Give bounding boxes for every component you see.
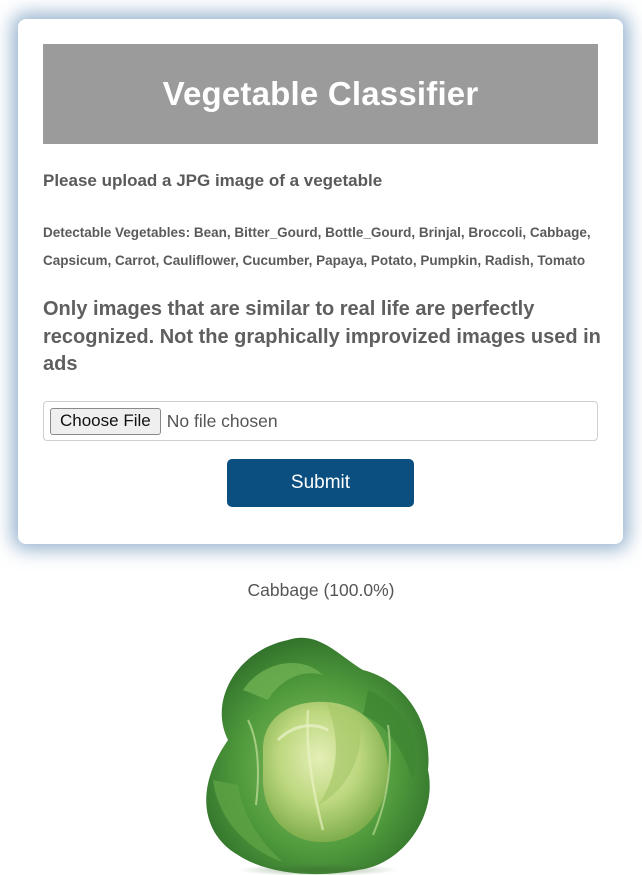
page-header: Vegetable Classifier (43, 44, 598, 144)
recognition-disclaimer: Only images that are similar to real lif… (43, 298, 601, 375)
cabbage-image (206, 637, 430, 875)
upload-instructions: Please upload a JPG image of a vegetable (43, 171, 383, 190)
page-title: Vegetable Classifier (162, 75, 479, 112)
classifier-card: Vegetable Classifier Please upload a JPG… (18, 19, 623, 544)
file-status-text: No file chosen (166, 410, 278, 431)
prediction-result: Cabbage (100.0%) (247, 580, 395, 600)
detectable-vegetables-list: Detectable Vegetables: Bean, Bitter_Gour… (43, 225, 591, 268)
choose-file-button[interactable]: Choose File (50, 407, 161, 435)
file-upload-field[interactable]: Choose File No file chosen (43, 401, 598, 441)
submit-button[interactable]: Submit (227, 459, 414, 507)
